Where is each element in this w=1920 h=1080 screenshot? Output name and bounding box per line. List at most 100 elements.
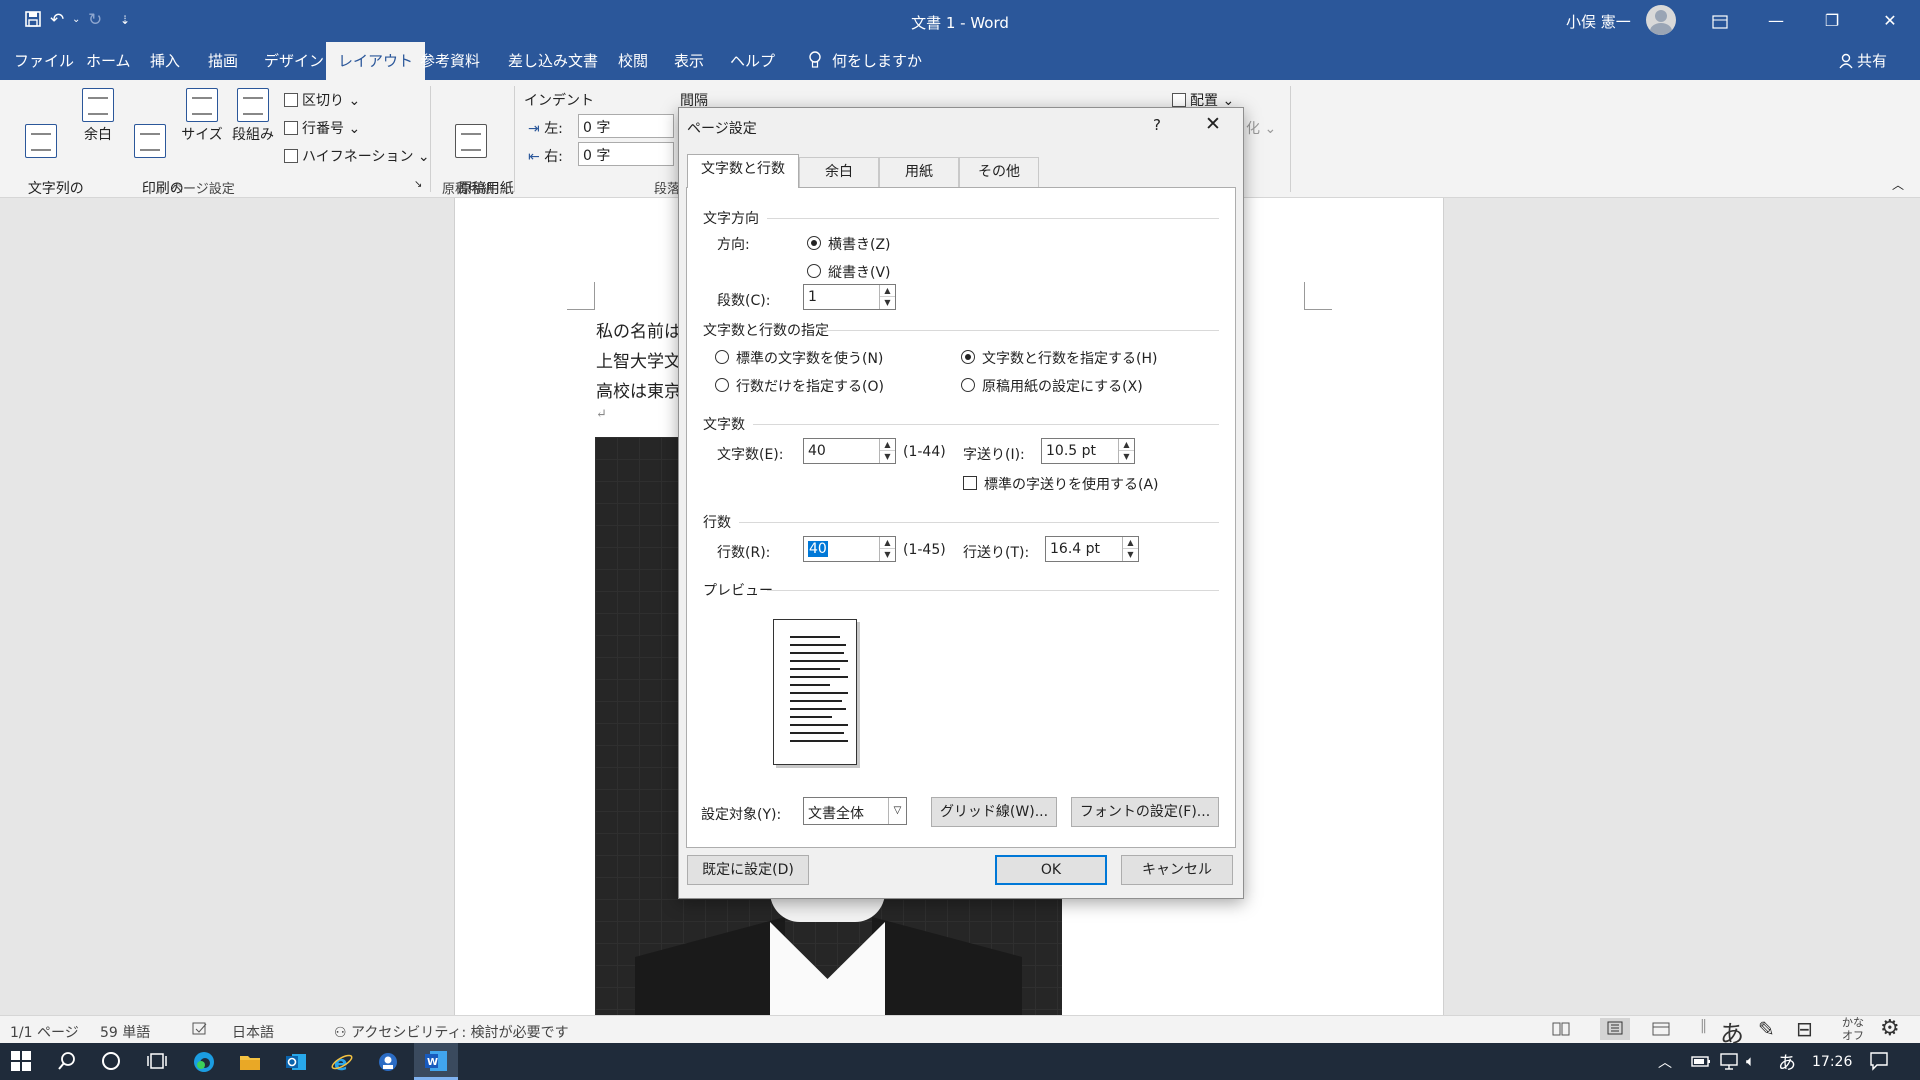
tab-mailings[interactable]: 差し込み文書	[496, 42, 610, 80]
char-pitch-stepper[interactable]: 10.5 pt ▲ ▼	[1041, 438, 1135, 464]
proofing-icon[interactable]	[192, 1022, 208, 1040]
radio-lines-only-label[interactable]: 行数だけを指定する(O)	[736, 376, 884, 396]
spin-up-icon[interactable]: ▲	[880, 537, 895, 549]
spin-up-icon[interactable]: ▲	[880, 285, 895, 297]
page-setup-launcher-icon[interactable]: ↘	[414, 179, 422, 190]
radio-horizontal-label[interactable]: 横書き(Z)	[828, 234, 891, 254]
radio-chars-and-lines-label[interactable]: 文字数と行数を指定する(H)	[982, 348, 1157, 368]
close-icon[interactable]: ✕	[1205, 113, 1221, 135]
avatar[interactable]	[1646, 5, 1676, 35]
ime-pad-icon[interactable]: ✎	[1758, 1017, 1775, 1041]
close-window-icon[interactable]: ✕	[1870, 6, 1910, 36]
ime-toolbar-grip[interactable]: ‖	[1700, 1018, 1707, 1034]
tab-home[interactable]: ホーム	[74, 42, 143, 80]
search-icon[interactable]	[56, 1050, 80, 1074]
word-taskbar-icon[interactable]: W	[414, 1043, 458, 1080]
battery-icon[interactable]	[1690, 1050, 1714, 1074]
spin-up-icon[interactable]: ▲	[1123, 537, 1138, 549]
tab-view[interactable]: 表示	[662, 42, 716, 80]
radio-chars-and-lines[interactable]	[961, 350, 975, 364]
word-count[interactable]: 59 単語	[100, 1022, 150, 1042]
spin-down-icon[interactable]: ▼	[1119, 451, 1134, 463]
internet-explorer-icon[interactable]: e	[330, 1050, 354, 1075]
size-button[interactable]: サイズ	[180, 88, 224, 144]
accessibility-status[interactable]: ⚇ アクセシビリティ: 検討が必要です	[334, 1022, 569, 1042]
restore-icon[interactable]: ❐	[1812, 6, 1852, 36]
grid-lines-button[interactable]: グリッド線(W)...	[931, 797, 1057, 827]
radio-genko[interactable]	[961, 378, 975, 392]
spin-down-icon[interactable]: ▼	[880, 549, 895, 561]
cortana-icon[interactable]	[100, 1050, 124, 1074]
chevron-down-icon[interactable]: ▽	[888, 798, 906, 824]
tab-references[interactable]: 参考資料	[408, 42, 492, 80]
tab-insert[interactable]: 挿入	[138, 42, 192, 80]
apply-to-select[interactable]: 文書全体 ▽	[803, 797, 907, 825]
standard-pitch-checkbox[interactable]	[963, 476, 977, 490]
radio-standard-chars[interactable]	[715, 350, 729, 364]
volume-icon[interactable]: 🔈︎	[1746, 1052, 1770, 1076]
tab-review[interactable]: 校閲	[606, 42, 660, 80]
line-pitch-stepper[interactable]: 16.4 pt ▲ ▼	[1045, 536, 1139, 562]
app-icon[interactable]	[376, 1050, 400, 1074]
page-count[interactable]: 1/1 ページ	[10, 1022, 79, 1042]
radio-standard-chars-label[interactable]: 標準の文字数を使う(N)	[736, 348, 883, 368]
line-numbers-button[interactable]: 行番号 ⌄	[284, 118, 360, 138]
chars-stepper[interactable]: 40 ▲ ▼	[803, 438, 896, 464]
font-settings-button[interactable]: フォントの設定(F)...	[1071, 797, 1219, 827]
chevron-up-icon[interactable]: ︿	[1658, 1052, 1682, 1076]
tab-margins[interactable]: 余白	[799, 157, 879, 187]
set-as-default-button[interactable]: 既定に設定(D)	[687, 855, 809, 885]
char-pitch-value[interactable]: 10.5 pt	[1046, 443, 1096, 459]
share-button[interactable]: 共有	[1838, 42, 1887, 80]
tab-help[interactable]: ヘルプ	[718, 42, 787, 80]
margins-button[interactable]: 余白	[80, 88, 116, 144]
radio-genko-label[interactable]: 原稿用紙の設定にする(X)	[982, 376, 1143, 396]
ime-indicator[interactable]: あ	[1778, 1049, 1802, 1074]
user-name[interactable]: 小俣 憲一	[1566, 11, 1631, 32]
columns-value[interactable]: 1	[808, 289, 817, 305]
chars-value[interactable]: 40	[808, 443, 826, 459]
columns-button[interactable]: 段組み	[230, 88, 276, 144]
lines-stepper[interactable]: 40 ▲ ▼	[803, 536, 896, 562]
print-layout-icon[interactable]	[1600, 1018, 1630, 1040]
tab-draw[interactable]: 描画	[196, 42, 250, 80]
spin-down-icon[interactable]: ▼	[1123, 549, 1138, 561]
radio-vertical-label[interactable]: 縦書き(V)	[828, 262, 891, 282]
lines-value[interactable]: 40	[808, 541, 828, 557]
network-icon[interactable]	[1718, 1050, 1742, 1074]
spin-up-icon[interactable]: ▲	[1119, 439, 1134, 451]
notification-icon[interactable]	[1868, 1050, 1892, 1074]
cancel-button[interactable]: キャンセル	[1121, 855, 1233, 885]
radio-horizontal[interactable]	[807, 236, 821, 250]
tell-me-search[interactable]: 何をしますか	[796, 42, 934, 80]
tab-other[interactable]: その他	[959, 157, 1039, 187]
radio-vertical[interactable]	[807, 264, 821, 278]
web-layout-icon[interactable]	[1652, 1022, 1670, 1040]
collapse-ribbon-icon[interactable]: ︿	[1892, 176, 1904, 193]
read-mode-icon[interactable]	[1552, 1022, 1570, 1040]
file-explorer-icon[interactable]	[238, 1050, 262, 1074]
tab-paper[interactable]: 用紙	[879, 157, 959, 187]
clock[interactable]: 17:26	[1812, 1054, 1852, 1070]
kana-input-toggle[interactable]: かな オフ	[1842, 1016, 1864, 1042]
hyphenation-button[interactable]: ハイフネーション ⌄	[284, 146, 430, 166]
indent-left-input[interactable]: 0 字	[578, 114, 674, 138]
columns-stepper[interactable]: 1 ▲ ▼	[803, 284, 896, 310]
help-icon[interactable]: ?	[1153, 116, 1161, 134]
line-pitch-value[interactable]: 16.4 pt	[1050, 541, 1100, 557]
breaks-button[interactable]: 区切り ⌄	[284, 90, 360, 110]
minimize-icon[interactable]: —	[1756, 6, 1796, 36]
windows-start-icon[interactable]	[10, 1050, 34, 1074]
language[interactable]: 日本語	[232, 1022, 274, 1042]
tab-design[interactable]: デザイン	[252, 42, 336, 80]
ime-dictionary-icon[interactable]: ⊟	[1796, 1017, 1813, 1041]
indent-right-input[interactable]: 0 字	[578, 142, 674, 166]
ime-settings-gear-icon[interactable]: ⚙	[1880, 1016, 1900, 1041]
ok-button[interactable]: OK	[995, 855, 1107, 885]
spin-down-icon[interactable]: ▼	[880, 451, 895, 463]
radio-lines-only[interactable]	[715, 378, 729, 392]
ribbon-display-options-icon[interactable]	[1700, 6, 1740, 36]
spin-down-icon[interactable]: ▼	[880, 297, 895, 309]
edge-icon[interactable]	[192, 1050, 216, 1074]
spin-up-icon[interactable]: ▲	[880, 439, 895, 451]
